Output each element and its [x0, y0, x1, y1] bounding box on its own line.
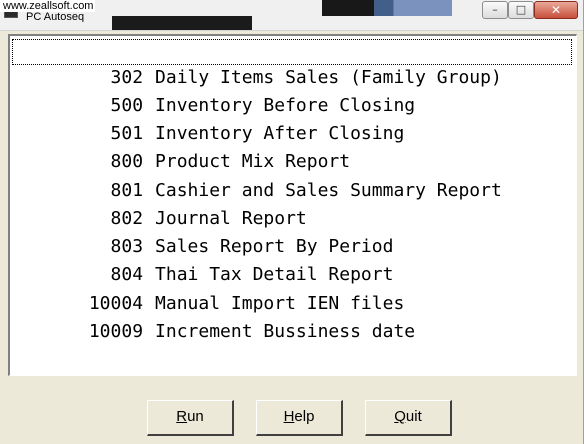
list-item[interactable]: 302 Daily Items Sales (Family Group)	[12, 39, 572, 88]
title-area: PC Autoseq www.zeallsoft.com	[0, 0, 95, 22]
report-code: 10009	[88, 321, 144, 342]
list-item[interactable]: 10004 Manual Import IEN files	[12, 265, 572, 314]
watermark-label: www.zeallsoft.com	[0, 0, 95, 12]
help-label-rest: elp	[294, 408, 315, 425]
list-item[interactable]: 802 Journal Report	[12, 180, 572, 229]
quit-button[interactable]: Quit	[365, 400, 452, 436]
minimize-icon: –	[492, 3, 498, 16]
minimize-button[interactable]: –	[482, 1, 508, 19]
list-item[interactable]: 10009 Increment Bussiness date	[12, 293, 572, 342]
list-item[interactable]: 803 Sales Report By Period	[12, 208, 572, 257]
run-button[interactable]: Run	[147, 400, 234, 436]
list-item[interactable]: 801 Cashier and Sales Summary Report	[12, 152, 572, 201]
run-mnemonic: R	[176, 408, 188, 425]
help-button[interactable]: Help	[256, 400, 343, 436]
quit-mnemonic: Q	[394, 408, 406, 425]
window-title: PC Autoseq	[26, 11, 85, 22]
list-item[interactable]: 501 Inventory After Closing	[12, 95, 572, 144]
maximize-button[interactable]: □	[508, 1, 534, 19]
report-listbox[interactable]: 302 Daily Items Sales (Family Group) 500 I…	[8, 34, 577, 376]
list-item[interactable]: 800 Product Mix Report	[12, 123, 572, 172]
autoseq-window: PC Autoseq www.zeallsoft.com – □ ✕ 302 Da…	[0, 0, 584, 444]
background-window-fragment	[112, 16, 252, 30]
close-button[interactable]: ✕	[534, 1, 578, 19]
maximize-icon: □	[515, 3, 527, 16]
run-label-rest: un	[187, 408, 204, 425]
background-window-fragment	[322, 0, 452, 16]
help-mnemonic: H	[283, 408, 295, 425]
list-item[interactable]: 804 Thai Tax Detail Report	[12, 236, 572, 285]
list-item[interactable]: 500 Inventory Before Closing	[12, 67, 572, 116]
report-label: Increment Bussiness date	[155, 321, 416, 342]
window-controls: – □ ✕	[482, 1, 578, 21]
quit-label-rest: uit	[405, 408, 422, 425]
title-bar[interactable]: PC Autoseq www.zeallsoft.com – □ ✕	[0, 0, 583, 31]
close-icon: ✕	[550, 3, 562, 17]
